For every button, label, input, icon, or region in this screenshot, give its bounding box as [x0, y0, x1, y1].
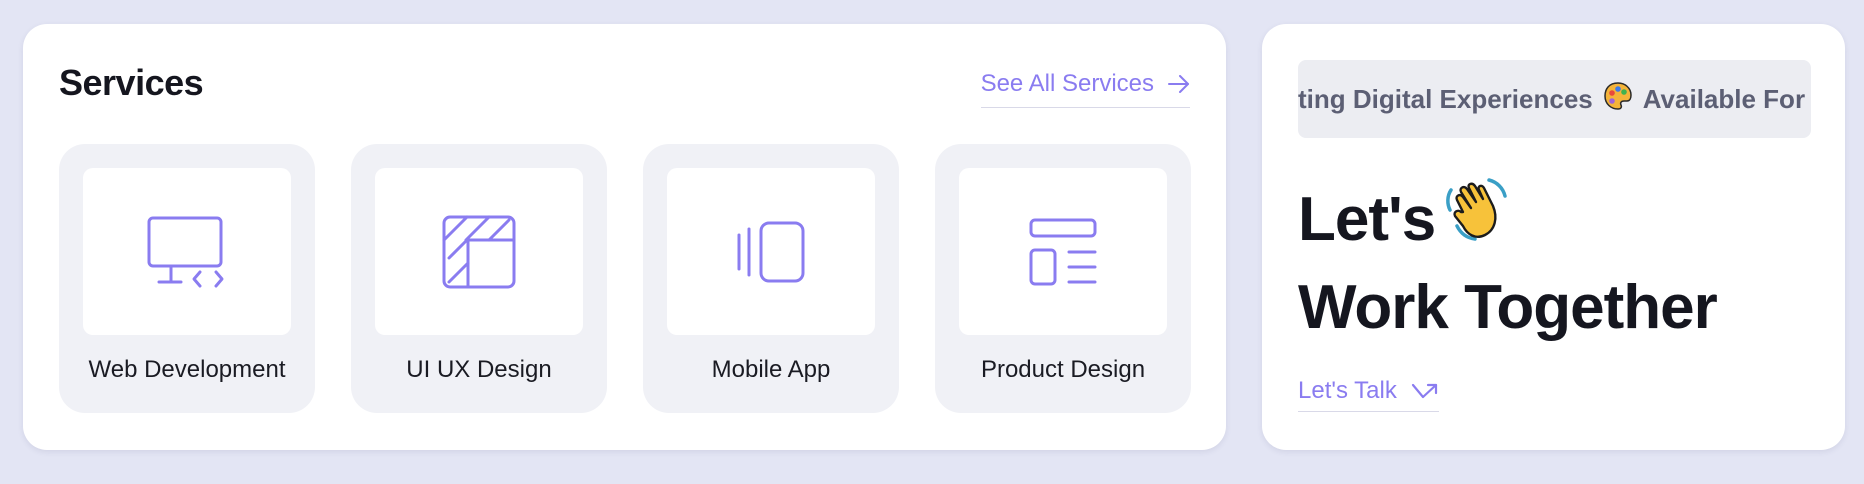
lets-talk-link[interactable]: Let's Talk [1298, 377, 1439, 412]
waving-hand-icon [1443, 174, 1509, 266]
arrow-right-icon [1168, 75, 1189, 93]
mobile-app-icon [737, 221, 805, 282]
monitor-code-icon [147, 216, 224, 287]
service-tile-mobile-app[interactable]: Mobile App [643, 144, 899, 413]
heading-line-2: Work Together [1298, 273, 1718, 342]
marquee-text: ting Digital Experiences [1298, 83, 1593, 114]
service-tile-label: Product Design [980, 356, 1146, 383]
see-all-services-link[interactable]: See All Services [980, 70, 1190, 108]
service-tile-label: Web Development [88, 356, 286, 383]
service-icon-box [667, 168, 875, 335]
service-tile-ui-ux-design[interactable]: UI UX Design [351, 144, 607, 413]
marquee-track: ting Digital Experiences Available For H [1298, 60, 1811, 138]
services-title: Services [59, 62, 204, 103]
arrow-up-right-icon [1411, 383, 1437, 399]
marquee-banner: ting Digital Experiences Available For H [1298, 60, 1811, 138]
heading-line-1: Let's [1298, 185, 1436, 254]
contact-card: ting Digital Experiences Available For H… [1262, 24, 1845, 450]
service-icon-box [83, 168, 291, 335]
see-all-services-label: See All Services [980, 70, 1154, 97]
marquee-text: Available For H [1642, 83, 1811, 114]
contact-heading: Let's Work Together [1298, 174, 1718, 350]
services-card: Services See All Services Web Developmen… [23, 24, 1226, 450]
lets-talk-label: Let's Talk [1298, 377, 1397, 404]
design-grid-icon [442, 215, 516, 288]
services-tiles: Web Development UI UX Design Mobile App … [59, 144, 1191, 413]
palette-icon [1603, 81, 1633, 118]
service-icon-box [375, 168, 583, 335]
service-tile-product-design[interactable]: Product Design [935, 144, 1191, 413]
service-tile-web-development[interactable]: Web Development [59, 144, 315, 413]
service-tile-label: UI UX Design [406, 356, 552, 383]
service-icon-box [959, 168, 1167, 335]
service-tile-label: Mobile App [711, 356, 831, 383]
layout-icon [1029, 218, 1097, 285]
